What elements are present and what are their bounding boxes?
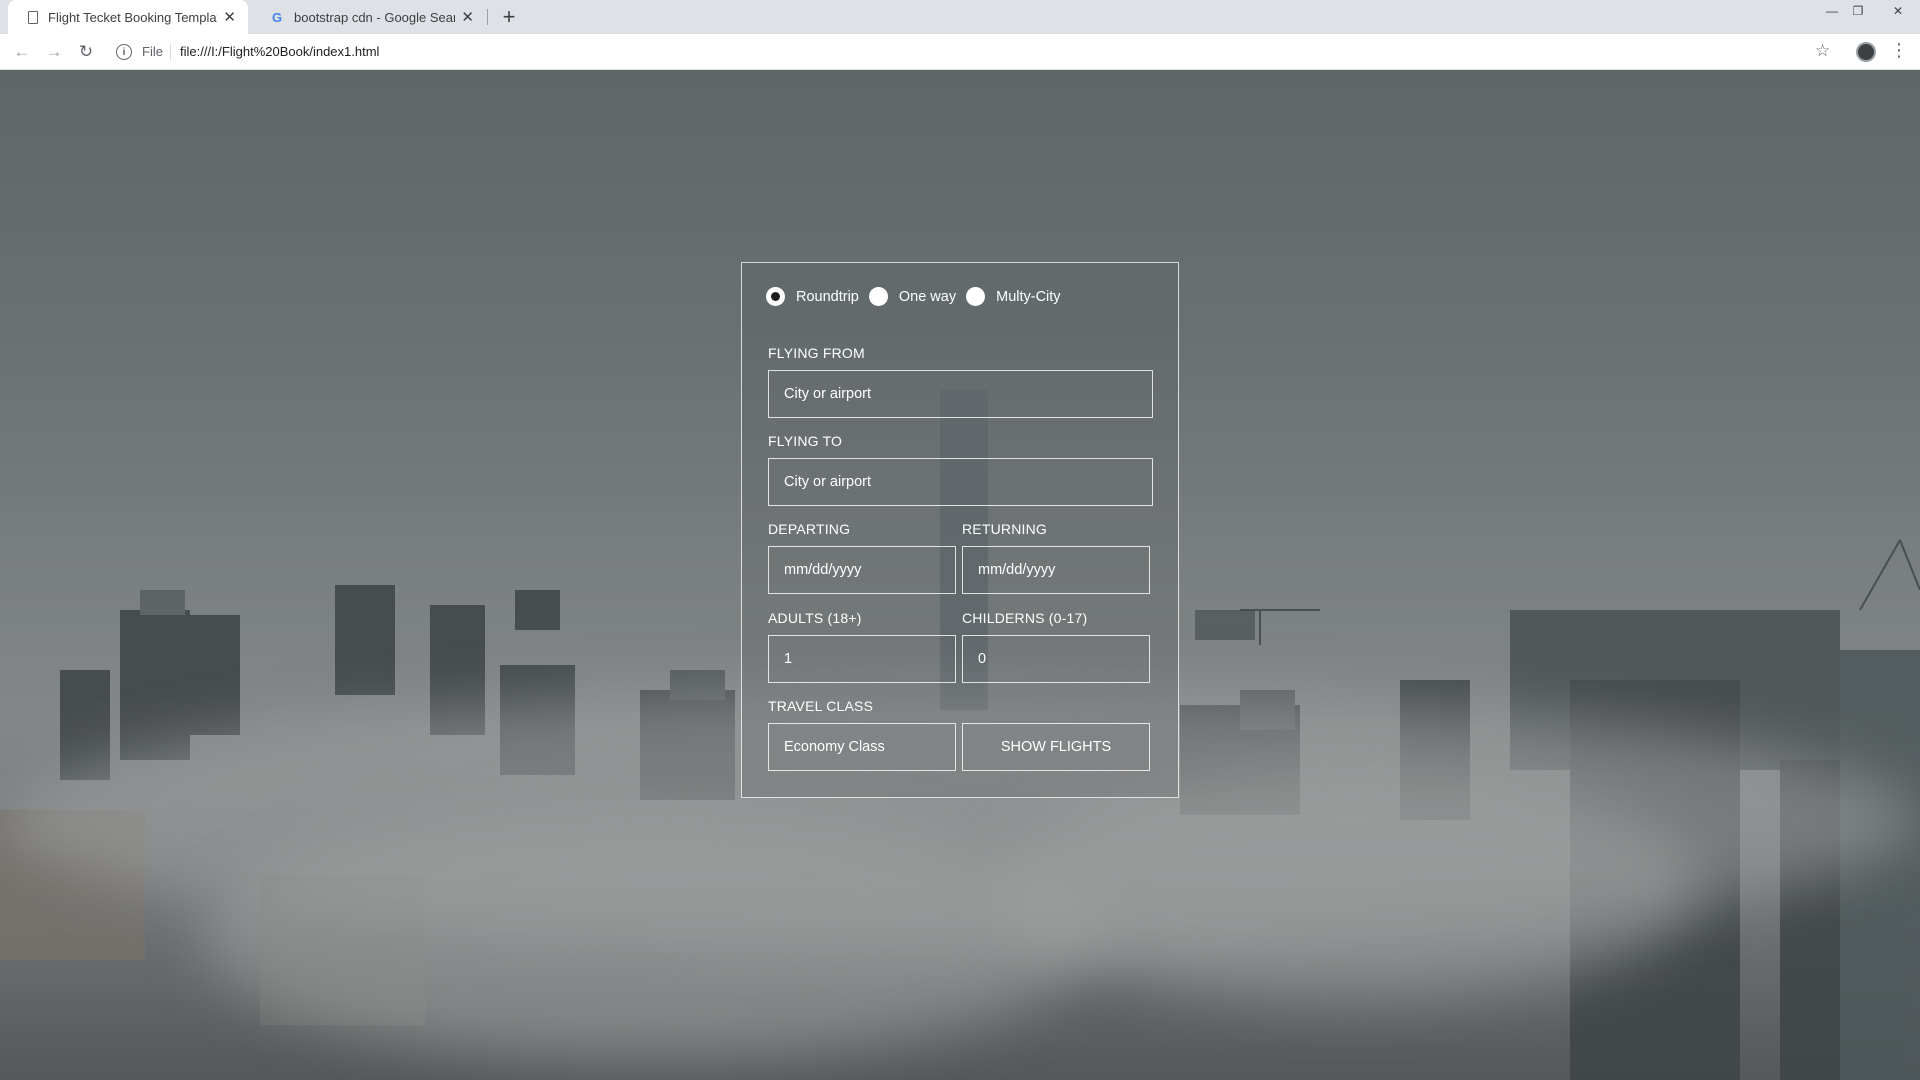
returning-label: RETURNING: [962, 521, 1048, 537]
close-tab-icon[interactable]: ✕: [223, 8, 236, 26]
radio-unchecked-icon[interactable]: [966, 287, 986, 306]
document-icon: [28, 10, 38, 24]
window-close-button[interactable]: ✕: [1876, 0, 1920, 22]
radio-roundtrip[interactable]: Roundtrip: [766, 287, 859, 306]
flying-from-input[interactable]: City or airport: [768, 370, 1153, 418]
radio-checked-icon[interactable]: [766, 287, 785, 306]
google-icon: G: [271, 9, 283, 25]
bookmark-star-icon[interactable]: ☆: [1815, 41, 1830, 61]
trip-type-radio-group: Roundtrip One way Multy-City: [766, 287, 1071, 306]
radio-label: Roundtrip: [796, 288, 859, 305]
browser-menu-icon[interactable]: ⋮: [1890, 40, 1908, 61]
departing-label: DEPARTING: [768, 521, 851, 537]
new-tab-button[interactable]: +: [496, 4, 522, 30]
radio-label: Multy-City: [996, 288, 1061, 305]
fog-layer: [200, 810, 1100, 1060]
fog-layer: [1000, 770, 1700, 1000]
browser-tab-bar: Flight Tecket Booking Template ✕ G boots…: [0, 0, 1920, 34]
info-icon[interactable]: i: [116, 44, 132, 60]
tab-title: Flight Tecket Booking Template: [48, 9, 218, 25]
adults-select[interactable]: 1: [768, 635, 956, 683]
address-scheme-label: File: [142, 44, 163, 59]
address-divider: [170, 44, 171, 60]
tab-divider: [487, 9, 488, 25]
page-background: Roundtrip One way Multy-City FLYING FROM…: [0, 70, 1920, 1080]
tab-flight-booking[interactable]: Flight Tecket Booking Template ✕: [8, 0, 248, 34]
tab-google-search[interactable]: G bootstrap cdn - Google Search ✕: [250, 0, 486, 34]
radio-label: One way: [898, 288, 957, 305]
flying-to-label: FLYING TO: [768, 433, 843, 449]
back-arrow-icon[interactable]: ←: [10, 40, 34, 64]
browser-toolbar: ← → ↻ i File file:///I:/Flight%20Book/in…: [0, 34, 1920, 70]
departing-date-input[interactable]: mm/dd/yyyy: [768, 546, 956, 594]
address-bar-url[interactable]: file:///I:/Flight%20Book/index1.html: [180, 44, 379, 59]
reload-icon[interactable]: ↻: [74, 40, 98, 64]
travel-class-label: TRAVEL CLASS: [768, 698, 874, 714]
returning-date-input[interactable]: mm/dd/yyyy: [962, 546, 1150, 594]
radio-multy-city[interactable]: Multy-City: [966, 287, 1061, 306]
adults-label: ADULTS (18+): [768, 610, 862, 626]
minimize-button[interactable]: —: [1820, 0, 1844, 22]
children-select[interactable]: 0: [962, 635, 1150, 683]
close-tab-icon[interactable]: ✕: [461, 8, 474, 26]
profile-avatar-icon[interactable]: [1856, 42, 1876, 62]
radio-one-way[interactable]: One way: [868, 287, 957, 306]
maximize-button[interactable]: ❐: [1846, 0, 1870, 22]
flight-booking-form: Roundtrip One way Multy-City FLYING FROM…: [741, 262, 1179, 798]
flying-from-label: FLYING FROM: [768, 345, 865, 361]
children-label: CHILDERNS (0-17): [962, 610, 1088, 626]
tab-title: bootstrap cdn - Google Search: [294, 9, 456, 25]
flying-to-input[interactable]: City or airport: [768, 458, 1153, 506]
radio-unchecked-icon[interactable]: [868, 287, 888, 306]
show-flights-button[interactable]: SHOW FLIGHTS: [962, 723, 1150, 771]
travel-class-select[interactable]: Economy Class: [768, 723, 956, 771]
forward-arrow-icon[interactable]: →: [42, 40, 66, 64]
